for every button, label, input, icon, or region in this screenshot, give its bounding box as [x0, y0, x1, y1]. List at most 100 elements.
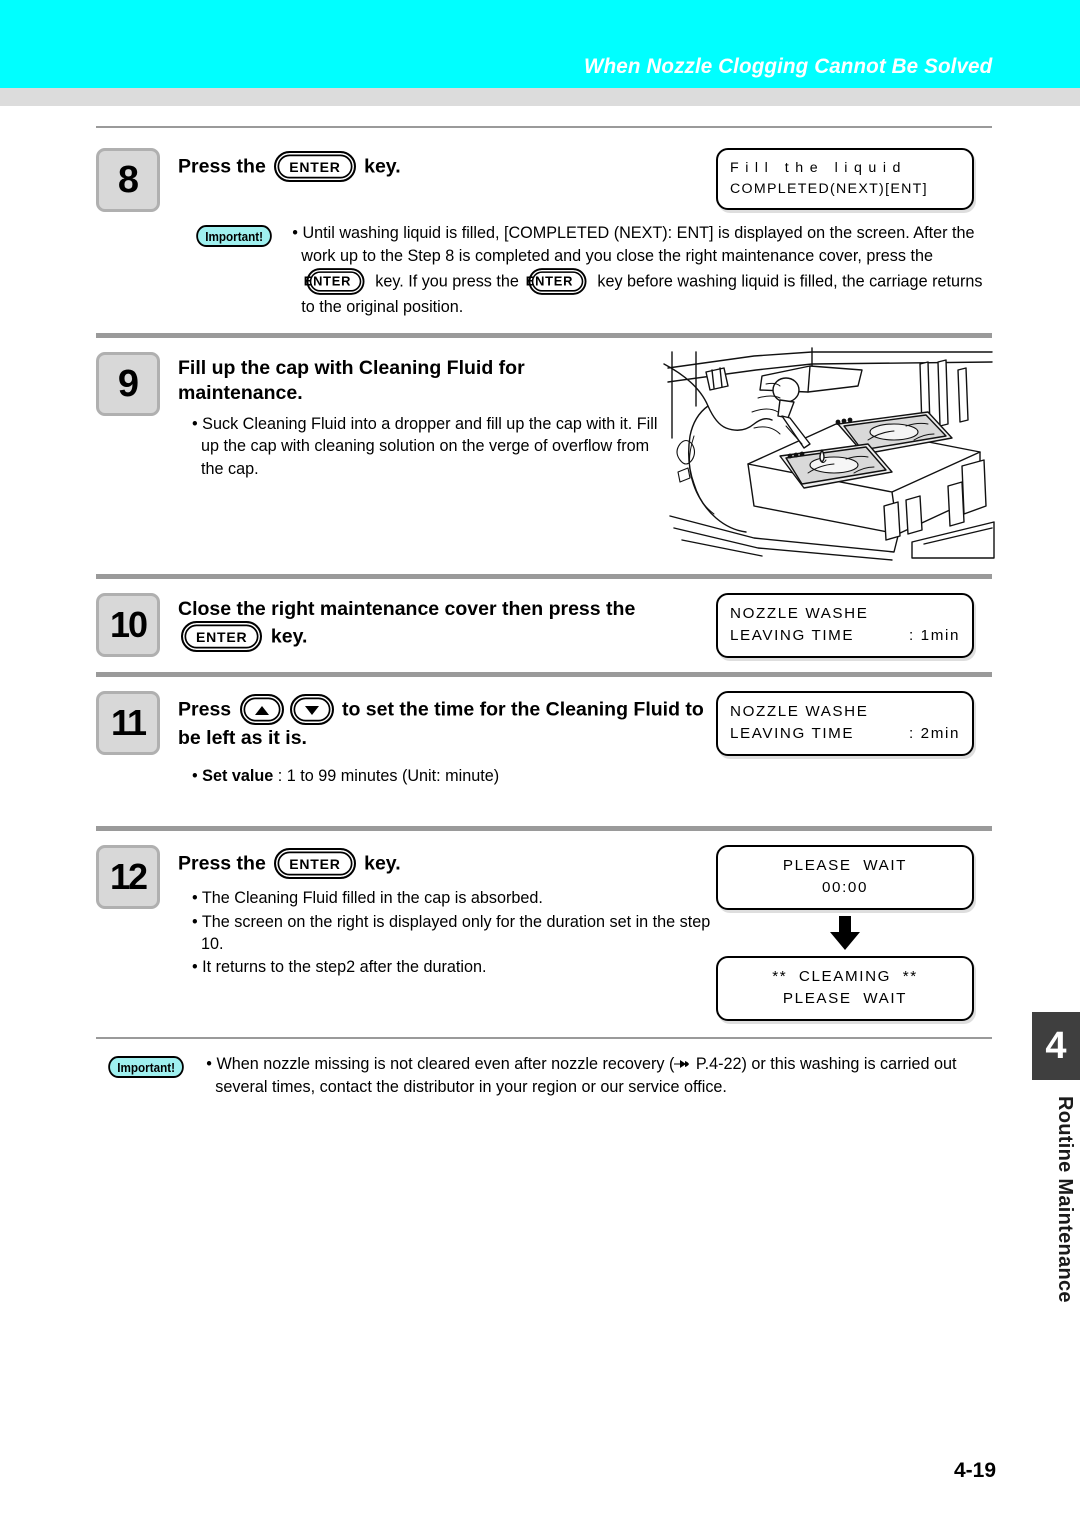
lcd-line-2: 00:00	[821, 879, 868, 897]
step-12-heading: Press the ENTER key.	[178, 845, 716, 880]
printer-cap-dropper-illustration	[663, 347, 995, 561]
lcd-line-1: PLEASE WAIT	[782, 857, 908, 875]
lcd-display-nozzle-washe-2min: NOZZLE WASHE LEAVING TIME : 2min	[716, 690, 974, 756]
step-12-left: 12 Press the ENTER key. • The Cleaning F…	[96, 845, 716, 1021]
lcd-line-2-value: : 1min	[909, 626, 960, 644]
step-8-note-text: • Until washing liquid is filled, [COMPL…	[292, 224, 983, 317]
flow-arrow	[716, 910, 974, 956]
step-8-heading-post: key.	[364, 155, 401, 178]
lcd-display-cleaming: ** CLEAMING ** PLEASE WAIT	[716, 956, 974, 1022]
step-12-bullet-text: It returns to the step2 after the durati…	[202, 958, 487, 977]
page-number: 4-19	[953, 1459, 996, 1482]
step-12-bullet: • The Cleaning Fluid filled in the cap i…	[192, 889, 543, 908]
lcd-display-please-wait: PLEASE WAIT 00:00	[716, 845, 974, 911]
lcd-line-1: F i l l t h e l i q u i d	[730, 160, 902, 176]
step-11-number: 11	[96, 690, 160, 755]
step-12-bullet-text: The screen on the right is displayed onl…	[201, 912, 711, 953]
step-12-number: 12	[96, 845, 160, 910]
step-8-left: 8 Press the ENTER key.	[96, 148, 716, 212]
step-12: 12 Press the ENTER key. • The Cleaning F…	[96, 845, 992, 1022]
step-10-heading: Close the right maintenance cover then p…	[178, 593, 688, 653]
footer-note-reference[interactable]: P.4-22	[696, 1055, 742, 1073]
lcd-line-1: NOZZLE WASHE	[730, 604, 869, 622]
footer-note: Important! • When nozzle missing is not …	[104, 1039, 992, 1098]
enter-key[interactable]: ENTER	[274, 848, 356, 880]
step-11-bullet-label: Set value	[202, 766, 274, 785]
step-12-bullet-text: The Cleaning Fluid filled in the cap is …	[201, 889, 543, 908]
divider-step-12	[96, 826, 992, 832]
footer-note-text: • When nozzle missing is not cleared eve…	[206, 1055, 957, 1096]
chapter-tab-number: 4	[1045, 1025, 1067, 1067]
step-12-body: • The Cleaning Fluid filled in the cap i…	[192, 880, 716, 978]
divider-step-9	[96, 332, 992, 338]
content-column: 8 Press the ENTER key. F i l l t h e l i…	[96, 126, 995, 1099]
step-11-bullet-value: 1 to 99 minutes (Unit: minute)	[286, 766, 500, 785]
enter-key-label: ENTER	[289, 856, 341, 873]
header-underband	[0, 88, 1080, 106]
manual-page: When Nozzle Clogging Cannot Be Solved 8 …	[0, 0, 1080, 1527]
lcd-display-fill-liquid: F i l l t h e l i q u i d COMPLETED(NEXT…	[716, 148, 974, 211]
enter-key-label: ENTER	[526, 273, 574, 288]
step-9-bullet: • Suck Cleaning Fluid into a dropper and…	[192, 414, 658, 478]
down-arrow-icon	[304, 705, 319, 715]
note-text-mid: key. If you press the	[375, 272, 519, 291]
step-11-right: NOZZLE WASHE LEAVING TIME : 2min	[716, 690, 992, 788]
lcd-line-2-label: LEAVING TIME	[730, 724, 855, 742]
step-10: 10 Close the right maintenance cover the…	[96, 592, 992, 658]
step-10-heading-post: key.	[270, 625, 308, 648]
step-11-left: 11 Press to set the time for the Cleanin…	[96, 690, 716, 788]
step-8-number: 8	[96, 148, 160, 212]
lcd-display-nozzle-washe-1min: NOZZLE WASHE LEAVING TIME : 1min	[716, 592, 974, 658]
important-badge: Important!	[196, 225, 273, 248]
step-8-heading: Press the ENTER key.	[178, 148, 716, 183]
enter-key[interactable]: ENTER	[304, 267, 366, 295]
step-12-heading-pre: Press the	[178, 852, 266, 875]
arrow-down-icon	[830, 916, 860, 951]
up-arrow-key[interactable]	[239, 693, 284, 725]
lcd-line-2: PLEASE WAIT	[782, 990, 908, 1008]
lcd-line-2: LEAVING TIME : 1min	[730, 625, 960, 647]
divider-top	[96, 126, 992, 128]
step-12-heading-post: key.	[364, 852, 401, 875]
pointing-hand-icon	[674, 1060, 690, 1069]
enter-key[interactable]: ENTER	[526, 267, 588, 295]
step-11-bullet: • Set value : 1 to 99 minutes (Unit: min…	[192, 766, 500, 785]
step-11-heading: Press to set the time for the Cleaning F…	[178, 691, 716, 751]
lcd-line-2: LEAVING TIME : 2min	[730, 723, 960, 745]
step-9-body: • Suck Cleaning Fluid into a dropper and…	[192, 406, 672, 480]
important-badge: Important!	[108, 1056, 185, 1079]
up-arrow-icon	[254, 705, 269, 715]
step-12-bullet: • It returns to the step2 after the dura…	[192, 958, 487, 977]
lcd-line-2-value: : 2min	[909, 724, 960, 742]
step-9-number: 9	[96, 351, 160, 416]
step-10-heading-pre: Close the right maintenance cover then p…	[178, 597, 636, 620]
step-11-heading-pre: Press	[178, 698, 232, 721]
lcd-line-2: COMPLETED(NEXT)[ENT]	[730, 180, 928, 197]
step-12-bullet: • The screen on the right is displayed o…	[192, 912, 711, 953]
lcd-line-1: NOZZLE WASHE	[730, 702, 869, 720]
page-title: When Nozzle Clogging Cannot Be Solved	[583, 54, 992, 78]
divider-step-11	[96, 671, 992, 677]
step-8-note: Important! • Until washing liquid is fil…	[192, 214, 992, 319]
enter-key[interactable]: ENTER	[181, 620, 263, 652]
step-10-right: NOZZLE WASHE LEAVING TIME : 1min	[716, 592, 992, 658]
step-11-bullet-sep: :	[277, 766, 283, 785]
step-8: 8 Press the ENTER key. F i l l t h e l i…	[96, 148, 992, 212]
enter-key-label: ENTER	[304, 273, 352, 288]
step-10-number: 10	[96, 592, 160, 657]
step-9-heading: Fill up the cap with Cleaning Fluid for …	[178, 356, 525, 404]
divider-step-10	[96, 573, 992, 579]
step-8-heading-pre: Press the	[178, 155, 266, 178]
step-11: 11 Press to set the time for the Cleanin…	[96, 690, 992, 788]
enter-key-label: ENTER	[196, 628, 248, 645]
footer-note-pre: When nozzle missing is not cleared even …	[216, 1055, 675, 1074]
step-9: 9 Fill up the cap with Cleaning Fluid fo…	[96, 347, 995, 564]
enter-key-label: ENTER	[289, 159, 341, 175]
step-9-right	[663, 347, 995, 564]
down-arrow-key[interactable]	[289, 693, 334, 725]
step-11-body: • Set value : 1 to 99 minutes (Unit: min…	[192, 751, 716, 787]
enter-key[interactable]: ENTER	[274, 151, 356, 182]
step-12-right: PLEASE WAIT 00:00 ** CLEAMING ** PLEASE …	[716, 845, 992, 1022]
chapter-tab: 4	[1032, 1012, 1080, 1080]
lcd-line-1: ** CLEAMING **	[772, 968, 918, 986]
